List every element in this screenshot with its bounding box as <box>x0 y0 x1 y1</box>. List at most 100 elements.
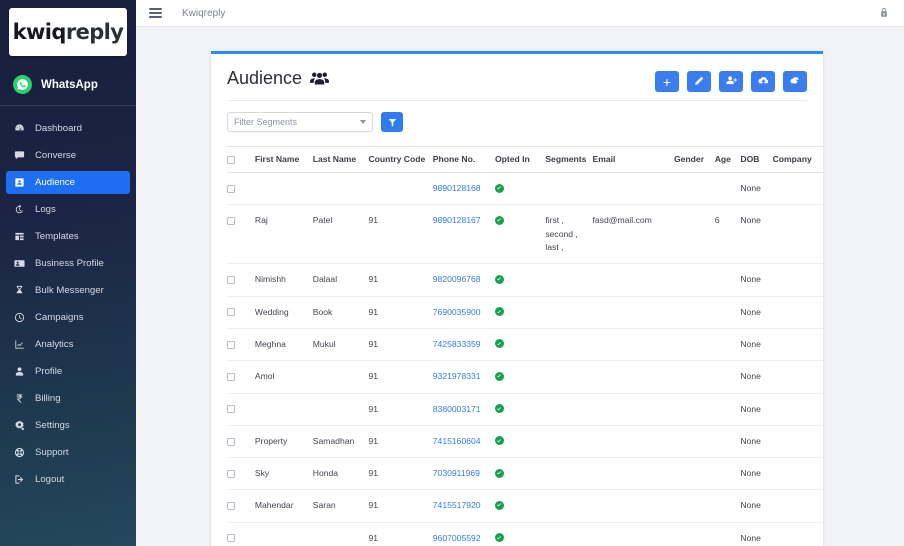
sidebar-item-analytics[interactable]: Analytics <box>6 333 130 356</box>
opted-in-icon <box>494 215 504 225</box>
cell-company <box>772 489 823 523</box>
column-phone-no[interactable]: Phone No. <box>432 146 495 173</box>
phone-link[interactable]: 9890128167 <box>433 215 481 225</box>
sidebar-item-templates[interactable]: Templates <box>6 225 130 248</box>
row-checkbox[interactable] <box>227 217 235 226</box>
sidebar-item-logs[interactable]: Logs <box>6 198 130 221</box>
sidebar-item-label: Support <box>35 447 69 458</box>
rupee-icon <box>13 393 26 404</box>
column-last-name[interactable]: Last Name <box>312 146 369 173</box>
cell-age <box>714 457 741 491</box>
add-user-button[interactable] <box>719 71 743 92</box>
sidebar-item-support[interactable]: Support <box>6 441 130 464</box>
table-row[interactable]: Sky Honda 91 7030911969 None <box>227 457 823 491</box>
sidebar-item-dashboard[interactable]: Dashboard <box>6 117 130 140</box>
table-row[interactable]: Nimishh Dalaal 91 9820096768 None <box>227 263 823 297</box>
cell-phone-no: 9607005592 <box>432 522 495 546</box>
table-row[interactable]: Wedding Book 91 7690035900 None <box>227 296 823 329</box>
table-row[interactable]: Property Samadhan 91 7415160604 None <box>227 425 823 459</box>
sidebar-item-bulk-messenger[interactable]: Bulk Messenger <box>6 279 130 302</box>
cell-segments <box>545 360 593 394</box>
table-row[interactable]: Mahendar Saran 91 7415517920 None <box>227 489 823 523</box>
opted-in-icon <box>494 404 504 413</box>
cell-country-code: 91 <box>368 263 433 297</box>
column-email[interactable]: Email <box>592 146 674 173</box>
sidebar-item-converse[interactable]: Converse <box>6 144 130 167</box>
column-opted-in[interactable]: Opted In <box>494 146 546 173</box>
sidebar-item-logout[interactable]: Logout <box>6 468 130 491</box>
user-lock-icon[interactable] <box>878 6 892 20</box>
chevron-down-icon <box>360 120 366 124</box>
sidebar-item-profile[interactable]: Profile <box>6 360 130 383</box>
segment-filter-select[interactable]: Filter Segments <box>227 112 373 132</box>
table-scroll-region[interactable]: First Name Last Name Country Code Phone … <box>227 146 823 546</box>
plus-icon: + <box>662 73 672 90</box>
table-row[interactable]: 91 8380003171 None <box>227 393 823 426</box>
sidebar-item-campaigns[interactable]: Campaigns <box>6 306 130 329</box>
cell-first-name: Raj <box>254 204 313 265</box>
cell-company <box>772 425 823 459</box>
phone-link[interactable]: 9890128168 <box>433 183 481 193</box>
cell-dob: None <box>740 204 773 265</box>
lifebuoy-icon <box>13 447 26 458</box>
phone-link[interactable]: 9607005592 <box>433 533 481 543</box>
row-checkbox[interactable] <box>227 437 235 446</box>
hamburger-icon[interactable] <box>149 8 162 18</box>
column-dob[interactable]: DOB <box>740 146 773 173</box>
sidebar-item-billing[interactable]: Billing <box>6 387 130 410</box>
row-checkbox[interactable] <box>227 405 235 414</box>
row-checkbox[interactable] <box>227 275 235 284</box>
cell-company <box>772 522 823 546</box>
add-contact-button[interactable]: + <box>655 71 679 92</box>
column-segments[interactable]: Segments <box>545 146 593 173</box>
select-all-checkbox[interactable] <box>227 155 235 164</box>
sidebar-item-business-profile[interactable]: Business Profile <box>6 252 130 275</box>
column-gender[interactable]: Gender <box>673 146 715 173</box>
cell-last-name: Mukul <box>312 328 369 362</box>
phone-link[interactable]: 8380003171 <box>433 404 481 414</box>
topbar-title: Kwiqreply <box>182 7 226 19</box>
download-contacts-button[interactable] <box>783 71 807 92</box>
phone-link[interactable]: 7425833359 <box>433 339 481 349</box>
channel-whatsapp[interactable]: WhatsApp <box>0 66 136 106</box>
row-checkbox[interactable] <box>227 340 235 349</box>
sidebar-item-settings[interactable]: Settings <box>6 414 130 437</box>
apply-filter-button[interactable] <box>381 112 403 132</box>
phone-link[interactable]: 7690035900 <box>433 307 481 317</box>
cell-opted-in <box>494 263 546 297</box>
cell-company <box>772 360 823 394</box>
brand-logo[interactable]: kwiqreply <box>9 8 127 56</box>
opted-in-icon <box>494 436 504 446</box>
column-country-code[interactable]: Country Code <box>368 146 433 173</box>
row-checkbox[interactable] <box>227 502 235 511</box>
user-icon <box>13 366 26 377</box>
phone-link[interactable]: 9321978331 <box>433 371 481 381</box>
table-row[interactable]: Raj Patel 91 9890128167 first , second , last … <box>227 204 823 265</box>
table-row[interactable]: 9890128168 None <box>227 172 823 206</box>
cell-dob: None <box>740 489 773 523</box>
row-checkbox[interactable] <box>227 534 235 543</box>
phone-link[interactable]: 7415160604 <box>433 436 481 446</box>
column-age[interactable]: Age <box>714 146 741 173</box>
column-company[interactable]: Company <box>772 146 823 173</box>
edit-contact-button[interactable] <box>687 71 711 92</box>
table-row[interactable]: Amol 91 9321978331 None <box>227 360 823 394</box>
table-row[interactable]: 91 9607005592 None <box>227 522 823 546</box>
upload-contacts-button[interactable] <box>751 71 775 92</box>
sidebar-item-audience[interactable]: Audience <box>6 171 130 194</box>
row-checkbox[interactable] <box>227 308 235 317</box>
row-checkbox[interactable] <box>227 184 235 193</box>
phone-link[interactable]: 7030911969 <box>433 468 480 478</box>
cell-segments <box>545 489 593 523</box>
table-row[interactable]: Meghna Mukul 91 7425833359 None <box>227 328 823 362</box>
cell-segments <box>545 263 593 297</box>
filter-row: Filter Segments <box>227 112 807 146</box>
column-first-name[interactable]: First Name <box>254 146 313 173</box>
opted-in-icon <box>494 500 504 510</box>
phone-link[interactable]: 9820096768 <box>433 274 481 284</box>
row-checkbox[interactable] <box>227 469 235 478</box>
row-checkbox[interactable] <box>227 372 235 381</box>
phone-link[interactable]: 7415517920 <box>433 500 481 510</box>
cell-age <box>714 328 741 362</box>
cell-gender <box>673 522 715 546</box>
